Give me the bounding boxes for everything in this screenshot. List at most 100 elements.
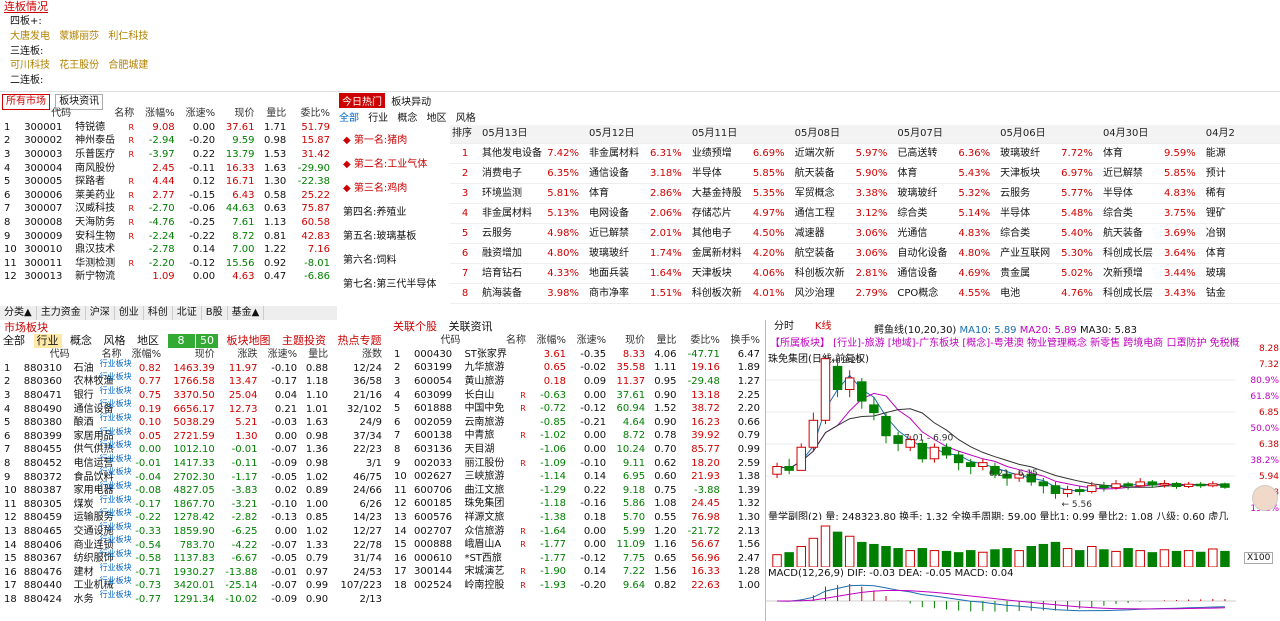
table-row[interactable]: 18 002524 岭南控股 R -1.93 -0.20 9.64 0.82 22.63 1.00 (392, 579, 762, 593)
table-row[interactable]: 18 880424 水务 行业板块 -0.77 1291.34 -10.02 -0.09 0.9… (2, 590, 384, 607)
column-header[interactable]: 涨速% (177, 107, 217, 121)
table-row[interactable]: 13 880465 交通设施 行业板块 -0.33 1859.90 -6.25 0.00 1.0… (2, 522, 384, 539)
grid-sector[interactable]: 次新预增 (1100, 263, 1159, 284)
table-row[interactable]: 6 880399 家居用品 行业板块 0.05 2721.59 1.30 0.00 0.98 37… (2, 427, 384, 444)
rank-item[interactable]: ◆ 第二名:工业气体 (343, 153, 436, 177)
rank-item[interactable]: 第六名:饲料 (343, 249, 436, 273)
table-row[interactable]: 4 603099 长白山 R -0.63 0.00 37.61 0.90 13.18 2.25 (392, 388, 762, 402)
table-row[interactable]: 2 603199 九华旅游 0.65 -0.02 35.58 1.11 19.16 1.89 (392, 361, 762, 375)
column-header[interactable]: 名称 (73, 107, 136, 121)
grid-sector[interactable]: 科创板次新 (792, 263, 851, 284)
rank-item[interactable]: ◆ 第三名:鸡肉 (343, 177, 436, 201)
tab-concept[interactable]: 概念 (67, 334, 95, 348)
grid-date-header[interactable]: 04月30日 (1100, 125, 1204, 144)
grid-sector[interactable]: 科创成长层 (1100, 243, 1159, 264)
table-row[interactable]: 10 880387 家用电器 行业板块 -0.08 4827.05 -3.83 0.02 0.8… (2, 481, 384, 498)
grid-sector[interactable]: 自动化设备 (895, 243, 954, 264)
grid-date-header[interactable]: 05月07日 (895, 125, 999, 144)
grid-sector[interactable]: 通信设备 (587, 163, 645, 184)
grid-sector[interactable]: 体育 (1100, 143, 1159, 164)
tab-all[interactable]: 全部 (0, 334, 28, 348)
grid-sector[interactable]: 非金属材料 (480, 203, 545, 224)
grid-sector[interactable]: 风沙治理 (792, 283, 851, 304)
grid-date-header[interactable]: 05月08日 (792, 125, 896, 144)
column-header[interactable]: 委比% (679, 334, 722, 348)
table-row[interactable]: 6 300006 莱美药业 R 2.77 -0.15 6.43 0.58 25.22 (2, 189, 332, 203)
grid-sector[interactable]: 稀有 (1203, 183, 1280, 204)
grid-sector[interactable]: 业绩预增 (689, 143, 748, 164)
grid-sector[interactable]: 能源 (1203, 143, 1280, 164)
column-header[interactable]: 涨速% (260, 348, 300, 362)
stock-link[interactable]: 大唐发电 (10, 31, 50, 42)
column-header[interactable]: 涨幅% (528, 334, 568, 348)
market-tab[interactable]: 科创 (144, 306, 173, 320)
grid-sector[interactable]: 已高送转 (895, 143, 954, 164)
link-hot-topic[interactable]: 热点专题 (335, 334, 385, 348)
tab-timeshare[interactable]: 分时 (766, 320, 802, 334)
grid-sector[interactable]: 玻璃 (1203, 263, 1280, 284)
table-row[interactable]: 12 880459 运输服务 行业板块 -0.22 1278.42 -2.82 -0.13 0.… (2, 508, 384, 525)
column-header[interactable]: 代码 (412, 334, 462, 348)
grid-sector[interactable]: 存储芯片 (689, 203, 748, 224)
table-row[interactable]: 11 880305 煤炭 行业板块 -0.17 1867.70 -3.21 -0.10 1.00… (2, 495, 384, 512)
table-row[interactable]: 4 300004 南风股份 2.45 -0.11 16.33 1.63 -29.90 (2, 161, 332, 175)
column-header[interactable]: 名称 (462, 334, 528, 348)
grid-sector[interactable]: 其他电子 (689, 223, 748, 244)
grid-sector[interactable]: 地面兵装 (587, 263, 645, 284)
grid-sector[interactable]: 航空装备 (792, 243, 851, 264)
grid-date-header[interactable]: 排序 (450, 125, 480, 144)
grid-sector[interactable]: 非金属材料 (587, 143, 645, 164)
grid-sector[interactable]: 玻璃玻纤 (998, 143, 1057, 164)
tab-assoc-stocks[interactable]: 关联个股 (390, 320, 440, 334)
market-tab[interactable]: 创业 (115, 306, 144, 320)
table-row[interactable]: 11 300011 华测检测 R -2.20 -0.12 15.56 0.92 -8.01 (2, 257, 332, 271)
grid-sector[interactable]: 锂矿 (1203, 203, 1280, 224)
grid-sector[interactable]: 综合类 (998, 223, 1057, 244)
rank-item[interactable]: 第五名:玻璃基板 (343, 225, 436, 249)
table-row[interactable]: 8 880452 电信运营 行业板块 -0.01 1417.33 -0.11 -0.09 0.9… (2, 454, 384, 471)
market-tab[interactable]: 沪深 (86, 306, 115, 320)
table-row[interactable]: 1 880310 石油 行业板块 0.82 1463.39 11.97 -0.10 0.88 12… (2, 359, 384, 376)
table-row[interactable]: 3 300003 乐普医疗 R -3.97 0.22 13.79 1.53 31.42 (2, 148, 332, 162)
grid-sector[interactable]: 电池 (998, 283, 1057, 304)
grid-sector[interactable]: 航天装备 (792, 163, 851, 184)
grid-sector[interactable]: 近已解禁 (587, 223, 645, 244)
grid-sector[interactable]: 大基金持股 (689, 183, 748, 204)
table-row[interactable]: 15 880367 纺织服饰 行业板块 -0.58 1137.83 -6.67 -0.05 0.… (2, 549, 384, 566)
tab-style[interactable]: 风格 (101, 334, 129, 348)
column-header[interactable]: 代码 (22, 348, 72, 362)
table-row[interactable]: 2 880360 农林牧渔 行业板块 0.77 1766.58 13.47 -0.17 1.18… (2, 372, 384, 389)
column-header[interactable]: 代码 (22, 107, 73, 121)
column-header[interactable]: 换手% (722, 334, 762, 348)
stock-link[interactable]: 合肥城建 (108, 60, 148, 71)
tab-industry[interactable]: 行业 (33, 334, 62, 348)
table-row[interactable]: 1 300001 特锐德 R 9.08 0.00 37.61 1.71 51.79 (2, 121, 332, 135)
grid-sector[interactable]: 减速器 (792, 223, 851, 244)
stock-link[interactable]: 利仁科技 (108, 31, 148, 42)
stock-link[interactable]: 蒙娜丽莎 (59, 31, 99, 42)
rank-item[interactable]: 第四名:养殖业 (343, 201, 436, 225)
grid-sector[interactable]: 综合类 (1100, 203, 1159, 224)
subtab-region[interactable]: 地区 (427, 109, 447, 124)
table-row[interactable]: 15 000888 峨眉山A R -1.77 0.00 11.09 1.16 56.67 1.56 (392, 538, 762, 552)
grid-sector[interactable]: 天津板块 (689, 263, 748, 284)
table-row[interactable]: 14 880406 商业连锁 行业板块 -0.54 783.70 -4.22 -0.07 1.3… (2, 535, 384, 552)
kline-chart[interactable]: ← 9.29 7.01 - 6.90 6.21 - 6.15 ← 5.56 (766, 348, 1236, 508)
table-row[interactable]: 12 300013 新宁物流 1.09 0.00 4.63 0.47 -6.86 (2, 270, 332, 284)
grid-sector[interactable]: 消费电子 (480, 163, 545, 184)
table-row[interactable]: 10 300010 鼎汉技术 -2.78 0.14 7.00 1.22 7.16 (2, 243, 332, 257)
table-row[interactable]: 12 600185 珠免集团 -1.18 -0.16 5.86 1.08 24.45 1.32 (392, 497, 762, 511)
column-header[interactable]: 涨跌 (217, 348, 260, 362)
grid-sector[interactable]: 科创板次新 (689, 283, 748, 304)
column-header[interactable]: 量比 (647, 334, 678, 348)
link-theme-invest[interactable]: 主题投资 (279, 334, 329, 348)
table-row[interactable]: 7 600138 中青旅 R -1.02 0.00 8.72 0.78 39.92 0.79 (392, 429, 762, 443)
grid-sector[interactable]: 天津板块 (998, 163, 1057, 184)
column-header[interactable]: 现价 (217, 107, 256, 121)
market-tab[interactable]: 北证 (173, 306, 202, 320)
market-tab[interactable]: 基金▲ (228, 306, 265, 320)
market-tab[interactable]: 分类▲ (0, 306, 37, 320)
grid-sector[interactable]: 半导体 (1100, 183, 1159, 204)
table-row[interactable]: 5 880380 酿酒 行业板块 0.10 5038.29 5.21 -0.03 1.63 24/… (2, 413, 384, 430)
grid-sector[interactable]: 半导体 (689, 163, 748, 184)
